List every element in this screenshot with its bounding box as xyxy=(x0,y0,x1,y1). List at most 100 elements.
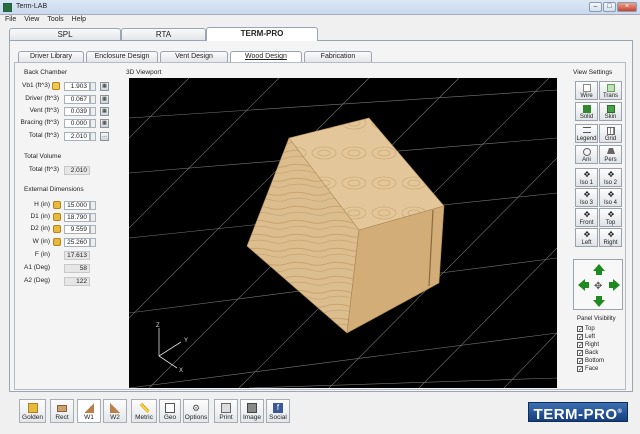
iso1-button[interactable]: ✥ Iso 1 xyxy=(575,168,598,187)
pan-up-button[interactable] xyxy=(592,262,604,274)
menu-help[interactable]: Help xyxy=(72,15,86,25)
a2-value: 122 xyxy=(64,277,90,286)
rect-button[interactable]: Rect xyxy=(50,399,74,423)
d2-input[interactable]: 9.559 xyxy=(64,225,90,234)
more-button[interactable]: … xyxy=(100,132,109,141)
check-icon: ✓ xyxy=(577,366,584,373)
tab-enclosure-design[interactable]: Enclosure Design xyxy=(86,51,158,62)
menu-file[interactable]: File xyxy=(5,15,16,25)
skin-button[interactable]: Skin xyxy=(599,102,622,121)
calculator-icon[interactable]: ▦ xyxy=(100,82,109,91)
ruler-icon: 📏 xyxy=(139,403,151,413)
left-button[interactable]: ✥ Left xyxy=(575,228,598,247)
vent-volume-spinner[interactable] xyxy=(90,107,96,116)
h-input[interactable]: 15.000 xyxy=(64,201,90,210)
menu-view[interactable]: View xyxy=(24,15,39,25)
tab-driver-library[interactable]: Driver Library xyxy=(18,51,84,62)
camera-icon xyxy=(247,403,257,413)
social-button[interactable]: f Social xyxy=(266,399,290,423)
wire-button[interactable]: Wire xyxy=(575,81,598,100)
menu-tools[interactable]: Tools xyxy=(47,15,63,25)
viewport-scene: Z Y X xyxy=(129,78,557,388)
check-icon: ✓ xyxy=(577,350,584,357)
vent-volume-label: Vent (ft^3) xyxy=(29,107,59,114)
total-volume-label: Total (ft^3) xyxy=(28,166,59,173)
f-value: 17.613 xyxy=(64,251,90,260)
tab-spl[interactable]: SPL xyxy=(9,28,121,40)
driver-volume-label: Driver (ft^3) xyxy=(25,95,59,102)
pan-down-button[interactable] xyxy=(592,296,604,308)
checkbox-face[interactable]: ✓ Face xyxy=(577,365,604,373)
metric-button[interactable]: 📏 Metric xyxy=(131,399,157,423)
check-icon: ✓ xyxy=(577,358,584,365)
calculator-icon[interactable]: ▦ xyxy=(100,95,109,104)
checkbox-right[interactable]: ✓ Right xyxy=(577,341,604,349)
legend-button[interactable]: Legend xyxy=(575,124,598,143)
tab-term-pro[interactable]: TERM-PRO xyxy=(206,27,318,41)
title-bar: Term-LAB – □ × xyxy=(0,0,640,15)
front-button[interactable]: ✥ Front xyxy=(575,208,598,227)
pan-right-button[interactable] xyxy=(609,279,621,291)
wedge1-icon xyxy=(84,403,94,413)
print-button[interactable]: Print xyxy=(214,399,238,423)
solid-button[interactable]: Solid xyxy=(575,102,598,121)
image-button[interactable]: Image xyxy=(240,399,264,423)
vent-volume-input[interactable]: 0.039 xyxy=(64,107,90,116)
back-total-spinner[interactable] xyxy=(90,132,96,141)
back-total-input[interactable]: 2.010 xyxy=(64,132,90,141)
d2-spinner[interactable] xyxy=(90,225,96,234)
driver-volume-spinner[interactable] xyxy=(90,95,96,104)
lock-icon[interactable] xyxy=(53,213,61,221)
bracing-volume-spinner[interactable] xyxy=(90,119,96,128)
crosshair-icon: ✥ xyxy=(607,230,615,239)
tab-wood-design[interactable]: Wood Design xyxy=(230,51,302,62)
w2-button[interactable]: W2 xyxy=(103,399,127,423)
geo-button[interactable]: Geo xyxy=(159,399,181,423)
options-button[interactable]: ⚙ Options xyxy=(183,399,209,423)
check-icon: ✓ xyxy=(577,326,584,333)
right-button[interactable]: ✥ Right xyxy=(599,228,622,247)
lock-icon[interactable] xyxy=(53,225,61,233)
calculator-icon[interactable]: ▦ xyxy=(100,119,109,128)
golden-button[interactable]: Golden xyxy=(19,399,46,423)
3d-viewport[interactable]: Z Y X xyxy=(129,78,557,388)
bracing-volume-input[interactable]: 0.000 xyxy=(64,119,90,128)
vb1-spinner[interactable] xyxy=(90,82,96,91)
iso3-button[interactable]: ✥ Iso 3 xyxy=(575,188,598,207)
d1-input[interactable]: 18.790 xyxy=(64,213,90,222)
w1-button[interactable]: W1 xyxy=(77,399,101,423)
a1-value: 58 xyxy=(64,264,90,273)
minimize-button[interactable]: – xyxy=(589,2,602,12)
checkbox-back[interactable]: ✓ Back xyxy=(577,349,604,357)
tab-rta[interactable]: RTA xyxy=(121,28,206,40)
checkbox-bottom[interactable]: ✓ Bottom xyxy=(577,357,604,365)
w-spinner[interactable] xyxy=(90,238,96,247)
calculator-icon[interactable]: ▦ xyxy=(100,107,109,116)
lock-icon[interactable] xyxy=(53,238,61,246)
checkbox-left[interactable]: ✓ Left xyxy=(577,333,604,341)
ani-button[interactable]: Ani xyxy=(575,145,598,164)
pers-button[interactable]: Pers xyxy=(599,145,622,164)
d1-spinner[interactable] xyxy=(90,213,96,222)
lock-icon[interactable] xyxy=(53,201,61,209)
tab-fabrication[interactable]: Fabrication xyxy=(304,51,372,62)
axis-gizmo xyxy=(158,328,182,369)
top-button[interactable]: ✥ Top xyxy=(599,208,622,227)
close-button[interactable]: × xyxy=(617,2,637,12)
pan-left-button[interactable] xyxy=(575,279,587,291)
check-icon: ✓ xyxy=(577,334,584,341)
trans-button[interactable]: Trans xyxy=(599,81,622,100)
maximize-button[interactable]: □ xyxy=(603,2,616,12)
crosshair-icon: ✥ xyxy=(607,210,615,219)
driver-volume-input[interactable]: 0.067 xyxy=(64,95,90,104)
lock-icon[interactable] xyxy=(52,82,60,90)
iso2-button[interactable]: ✥ Iso 2 xyxy=(599,168,622,187)
d2-label: D2 (in) xyxy=(30,225,50,232)
h-spinner[interactable] xyxy=(90,201,96,210)
grid-button[interactable]: Grid xyxy=(599,124,622,143)
iso4-button[interactable]: ✥ Iso 4 xyxy=(599,188,622,207)
tab-vent-design[interactable]: Vent Design xyxy=(160,51,228,62)
w-input[interactable]: 25.260 xyxy=(64,238,90,247)
vb1-input[interactable]: 1.903 xyxy=(64,82,90,91)
checkbox-top[interactable]: ✓ Top xyxy=(577,325,604,333)
